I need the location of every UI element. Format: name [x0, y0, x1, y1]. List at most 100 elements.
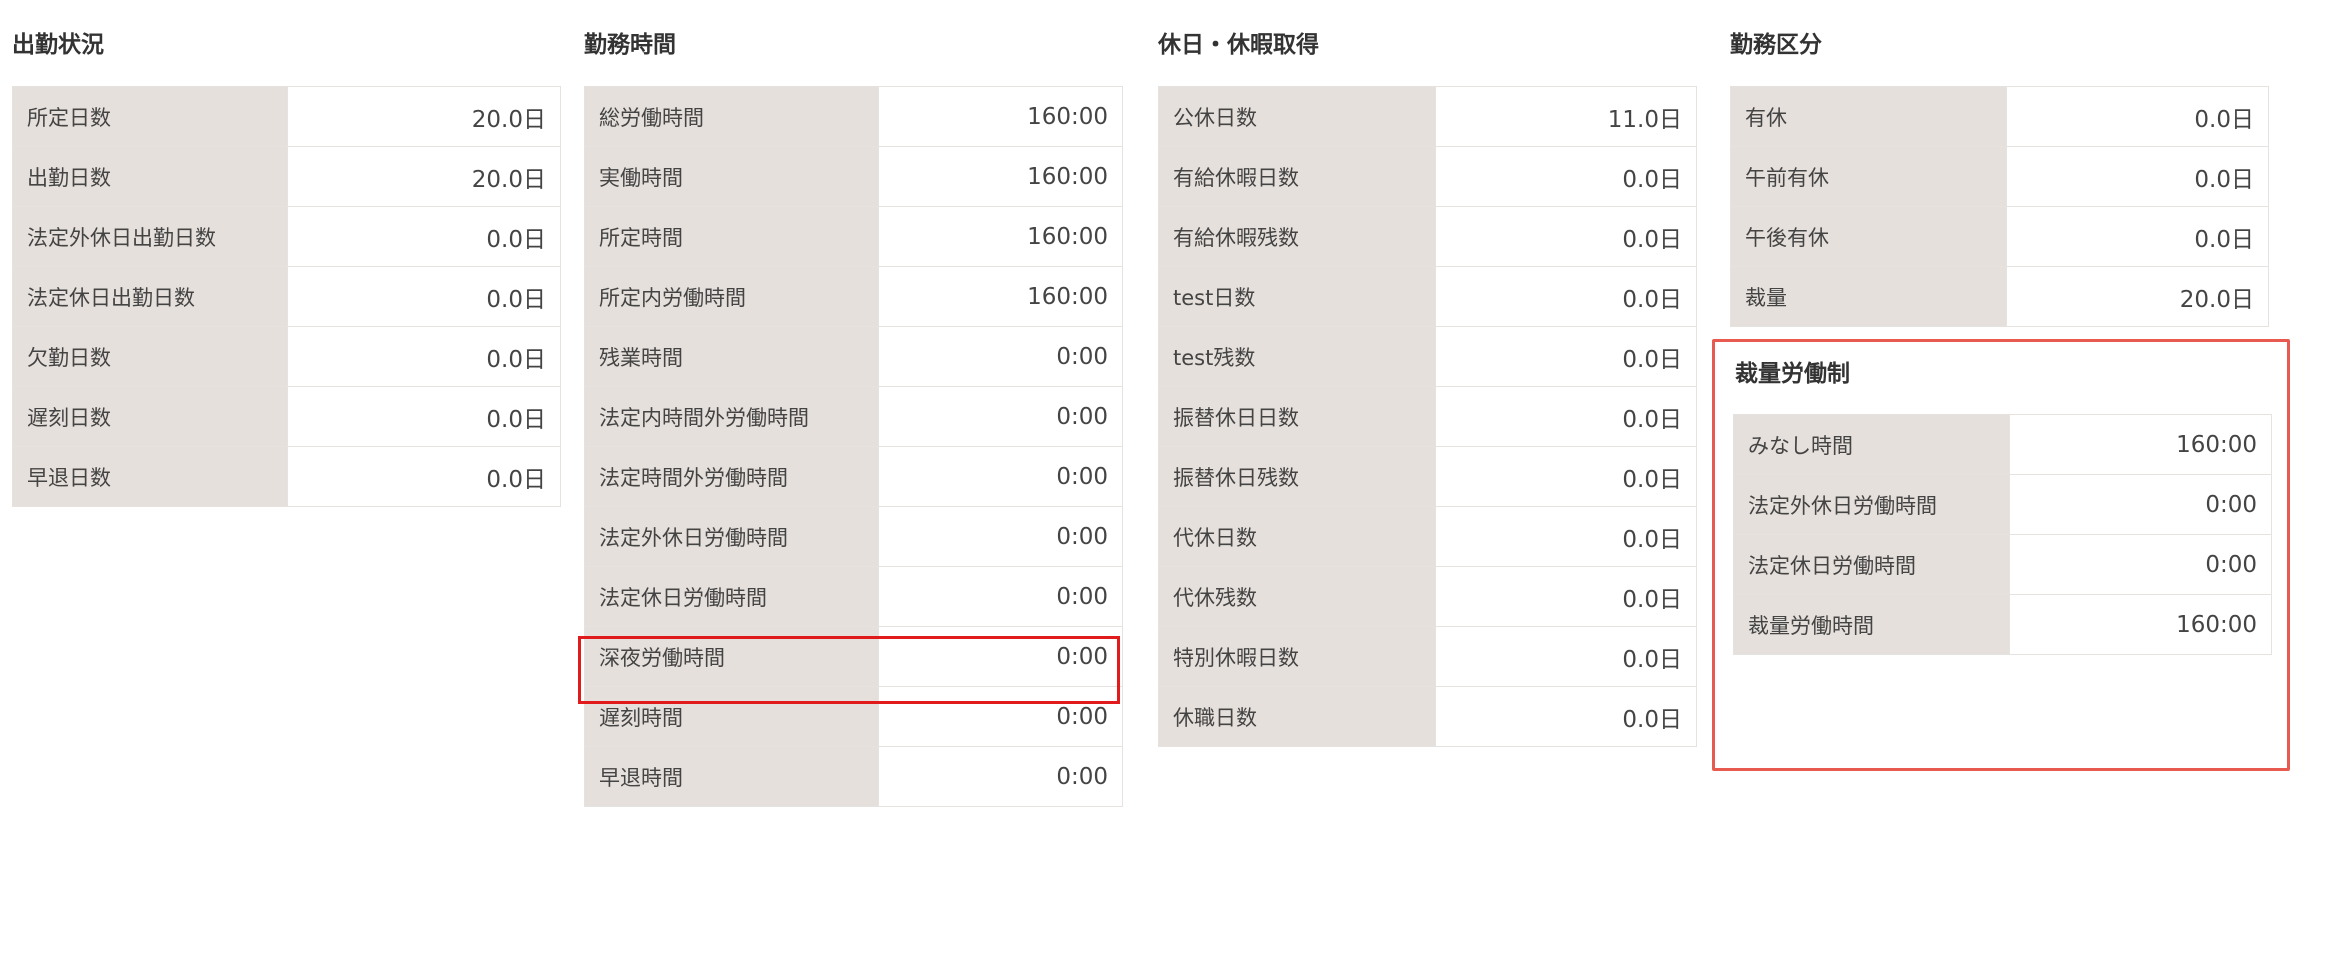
table-row: 有給休暇日数 0.0日 [1158, 146, 1697, 207]
row-label: 法定休日出勤日数 [12, 266, 288, 327]
row-label: 遅刻日数 [12, 386, 288, 447]
row-value: 20.0日 [2006, 266, 2269, 327]
row-label: 休職日数 [1158, 686, 1436, 747]
row-value: 20.0日 [287, 146, 561, 207]
table-row: みなし時間 160:00 [1733, 414, 2272, 475]
row-value: 0:00 [878, 626, 1123, 687]
table-row: 午前有休 0.0日 [1730, 146, 2269, 207]
row-value: 0:00 [2009, 474, 2272, 535]
row-label: 所定内労働時間 [584, 266, 879, 327]
table-row: 法定内時間外労働時間 0:00 [584, 386, 1123, 447]
row-label: 所定日数 [12, 86, 288, 147]
row-value: 0.0日 [1435, 446, 1697, 507]
table-row: 早退時間 0:00 [584, 746, 1123, 807]
row-label: 有休 [1730, 86, 2007, 147]
row-label: 深夜労働時間 [584, 626, 879, 687]
row-value: 0.0日 [1435, 506, 1697, 567]
table-row: 残業時間 0:00 [584, 326, 1123, 387]
row-value: 160:00 [878, 146, 1123, 207]
row-value: 0.0日 [1435, 266, 1697, 327]
row-value: 0.0日 [287, 206, 561, 267]
holiday-table: 公休日数 11.0日 有給休暇日数 0.0日 有給休暇残数 0.0日 test日数 0.… [1158, 86, 1697, 747]
row-value: 0.0日 [287, 386, 561, 447]
row-value: 0.0日 [1435, 206, 1697, 267]
row-label: 午前有休 [1730, 146, 2007, 207]
attendance-section: 出勤状況 所定日数 20.0日 出勤日数 20.0日 法定外休日出勤日数 0.0日 法… [12, 28, 561, 507]
discretionary-section-title: 裁量労働制 [1735, 361, 1850, 387]
row-value: 0.0日 [287, 266, 561, 327]
attendance-table: 所定日数 20.0日 出勤日数 20.0日 法定外休日出勤日数 0.0日 法定休日出勤… [12, 86, 561, 507]
row-value: 0.0日 [1435, 326, 1697, 387]
row-label: 有給休暇残数 [1158, 206, 1436, 267]
worktime-section-title: 勤務時間 [584, 32, 676, 58]
row-label: 早退日数 [12, 446, 288, 507]
row-label: 法定外休日出勤日数 [12, 206, 288, 267]
row-label: 代休残数 [1158, 566, 1436, 627]
row-value: 0:00 [878, 386, 1123, 447]
workclass-section: 勤務区分 有休 0.0日 午前有休 0.0日 午後有休 0.0日 裁量 20.0日 [1730, 28, 2269, 327]
row-value: 160:00 [878, 206, 1123, 267]
row-value: 160:00 [878, 86, 1123, 147]
row-label: test残数 [1158, 326, 1436, 387]
row-value: 0:00 [2009, 534, 2272, 595]
workclass-section-title: 勤務区分 [1730, 32, 1822, 58]
table-row: 代休残数 0.0日 [1158, 566, 1697, 627]
holiday-section: 休日・休暇取得 公休日数 11.0日 有給休暇日数 0.0日 有給休暇残数 0.0日 … [1158, 28, 1697, 747]
worktime-table: 総労働時間 160:00 実働時間 160:00 所定時間 160:00 所定内労働時… [584, 86, 1123, 807]
row-label: 法定内時間外労働時間 [584, 386, 879, 447]
row-label: みなし時間 [1733, 414, 2010, 475]
row-value: 0.0日 [1435, 566, 1697, 627]
table-row: 実働時間 160:00 [584, 146, 1123, 207]
table-row: 振替休日日数 0.0日 [1158, 386, 1697, 447]
row-value: 0.0日 [287, 446, 561, 507]
row-label: 法定時間外労働時間 [584, 446, 879, 507]
row-value: 0.0日 [1435, 146, 1697, 207]
row-label: 遅刻時間 [584, 686, 879, 747]
row-value: 0:00 [878, 686, 1123, 747]
row-value: 160:00 [878, 266, 1123, 327]
row-label: 振替休日日数 [1158, 386, 1436, 447]
row-label: 総労働時間 [584, 86, 879, 147]
worktime-section: 勤務時間 総労働時間 160:00 実働時間 160:00 所定時間 160:00 所… [584, 28, 1123, 807]
table-row: 法定休日労働時間 0:00 [584, 566, 1123, 627]
row-label: 早退時間 [584, 746, 879, 807]
row-label: 午後有休 [1730, 206, 2007, 267]
table-row: 法定外休日出勤日数 0.0日 [12, 206, 561, 267]
row-value: 20.0日 [287, 86, 561, 147]
row-label: 振替休日残数 [1158, 446, 1436, 507]
row-label: 法定休日労働時間 [584, 566, 879, 627]
discretionary-section-highlight: 裁量労働制 みなし時間 160:00 法定外休日労働時間 0:00 法定休日労働時間… [1712, 339, 2290, 771]
row-label: 裁量 [1730, 266, 2007, 327]
row-value: 0.0日 [2006, 146, 2269, 207]
workclass-table: 有休 0.0日 午前有休 0.0日 午後有休 0.0日 裁量 20.0日 [1730, 86, 2269, 327]
table-row: 遅刻日数 0.0日 [12, 386, 561, 447]
row-label: 公休日数 [1158, 86, 1436, 147]
row-label: test日数 [1158, 266, 1436, 327]
table-row: 公休日数 11.0日 [1158, 86, 1697, 147]
table-row: 出勤日数 20.0日 [12, 146, 561, 207]
discretionary-table: みなし時間 160:00 法定外休日労働時間 0:00 法定休日労働時間 0:00 裁… [1733, 414, 2272, 655]
table-row: 所定日数 20.0日 [12, 86, 561, 147]
row-value: 0:00 [878, 326, 1123, 387]
table-row: 有給休暇残数 0.0日 [1158, 206, 1697, 267]
table-row: test残数 0.0日 [1158, 326, 1697, 387]
row-value: 0.0日 [287, 326, 561, 387]
row-label: 有給休暇日数 [1158, 146, 1436, 207]
row-label: 代休日数 [1158, 506, 1436, 567]
table-row: 午後有休 0.0日 [1730, 206, 2269, 267]
row-label: 裁量労働時間 [1733, 594, 2010, 655]
table-row: 裁量 20.0日 [1730, 266, 2269, 327]
table-row: 特別休暇日数 0.0日 [1158, 626, 1697, 687]
table-row: 法定時間外労働時間 0:00 [584, 446, 1123, 507]
table-row: 振替休日残数 0.0日 [1158, 446, 1697, 507]
row-value: 0:00 [878, 506, 1123, 567]
row-label: 特別休暇日数 [1158, 626, 1436, 687]
table-row: 法定外休日労働時間 0:00 [584, 506, 1123, 567]
table-row: 法定外休日労働時間 0:00 [1733, 474, 2272, 535]
row-label: 欠勤日数 [12, 326, 288, 387]
row-label: 実働時間 [584, 146, 879, 207]
table-row: test日数 0.0日 [1158, 266, 1697, 327]
row-value: 0.0日 [1435, 386, 1697, 447]
table-row: 欠勤日数 0.0日 [12, 326, 561, 387]
table-row: 所定内労働時間 160:00 [584, 266, 1123, 327]
